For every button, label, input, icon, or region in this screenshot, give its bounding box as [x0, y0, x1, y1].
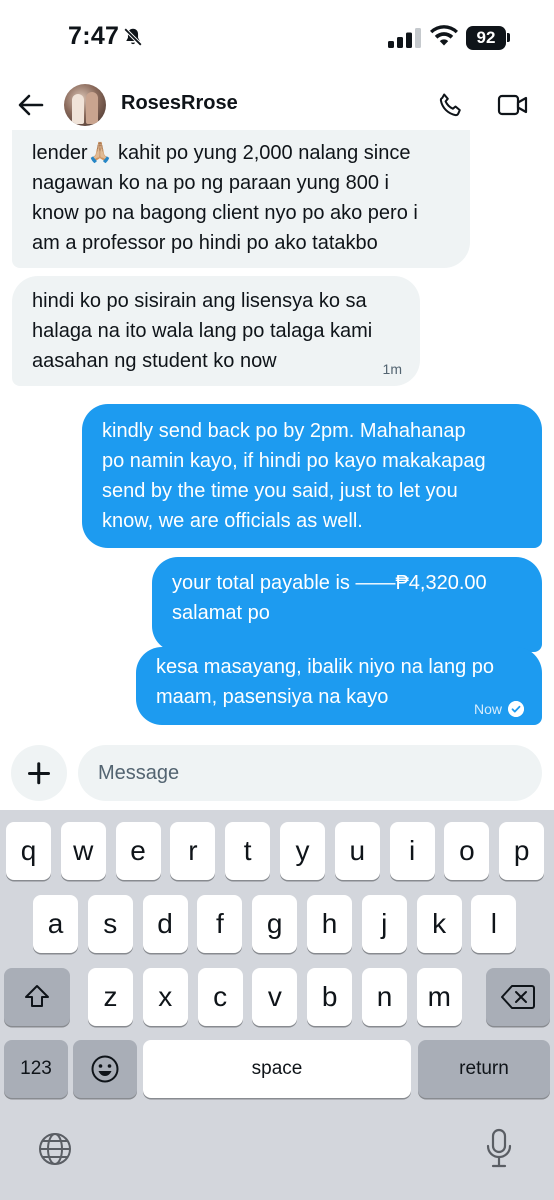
- message-status: Now: [474, 701, 524, 717]
- conversation-header: RosesRrose: [0, 70, 554, 136]
- add-attachment-button[interactable]: [11, 745, 67, 801]
- key-q[interactable]: q: [6, 822, 51, 880]
- message-timestamp: 1m: [382, 361, 402, 377]
- key-v[interactable]: v: [252, 968, 298, 1026]
- key-b[interactable]: b: [307, 968, 353, 1026]
- key-p[interactable]: p: [499, 822, 545, 880]
- return-key[interactable]: return: [418, 1040, 550, 1098]
- contact-name[interactable]: RosesRrose: [121, 92, 238, 115]
- key-t[interactable]: t: [225, 822, 271, 880]
- message-text: your total payable is ——₱4,320.00 salama…: [172, 572, 487, 624]
- key-n[interactable]: n: [362, 968, 407, 1026]
- status-time: 7:47: [68, 22, 120, 50]
- bell-muted-icon: [123, 27, 143, 47]
- back-arrow-icon[interactable]: [16, 90, 46, 120]
- key-u[interactable]: u: [334, 822, 380, 880]
- key-z[interactable]: z: [88, 968, 133, 1026]
- delete-key[interactable]: [486, 968, 550, 1026]
- key-y[interactable]: y: [280, 822, 325, 880]
- key-m[interactable]: m: [416, 968, 462, 1026]
- key-f[interactable]: f: [197, 895, 243, 953]
- message-text: kindly send back po by 2pm. Mahahanap po…: [102, 420, 486, 532]
- key-a[interactable]: a: [33, 895, 78, 953]
- battery-nub: [507, 33, 510, 42]
- backspace-icon: [501, 985, 535, 1009]
- key-s[interactable]: s: [87, 895, 133, 953]
- cellular-signal-icon: [388, 28, 421, 48]
- avatar[interactable]: [64, 84, 106, 126]
- phone-call-icon[interactable]: [438, 92, 464, 118]
- message-text: hindi ko po sisirain ang lisensya ko sa …: [32, 290, 373, 372]
- shift-key[interactable]: [4, 968, 70, 1026]
- message-input[interactable]: [78, 745, 542, 801]
- key-d[interactable]: d: [142, 895, 188, 953]
- key-o[interactable]: o: [444, 822, 490, 880]
- avatar-figure: [72, 94, 84, 124]
- emoji-icon: [91, 1055, 119, 1083]
- video-call-icon[interactable]: [497, 92, 529, 118]
- key-g[interactable]: g: [252, 895, 298, 953]
- sent-check-icon: [508, 701, 524, 717]
- avatar-figure: [86, 92, 98, 124]
- message-composer: [0, 738, 554, 810]
- shift-icon: [25, 985, 49, 1007]
- message-timestamp: Now: [473, 701, 502, 717]
- emoji-key[interactable]: [73, 1040, 137, 1098]
- message-bubble-incoming[interactable]: hindi ko po sisirain ang lisensya ko sa …: [12, 276, 420, 386]
- key-h[interactable]: h: [307, 895, 352, 953]
- key-e[interactable]: e: [115, 822, 161, 880]
- message-bubble-outgoing[interactable]: kindly send back po by 2pm. Mahahanap po…: [82, 404, 542, 548]
- key-l[interactable]: l: [471, 895, 517, 953]
- message-text: kesa masayang, ibalik niyo na lang po ma…: [156, 656, 494, 708]
- key-w[interactable]: w: [60, 822, 106, 880]
- onscreen-keyboard: qwertyuiop asdfghjkl zxcvbnm 123 space r…: [0, 810, 554, 1200]
- key-r[interactable]: r: [170, 822, 216, 880]
- space-key[interactable]: space: [143, 1040, 411, 1098]
- key-c[interactable]: c: [197, 968, 243, 1026]
- wifi-icon: [430, 25, 458, 46]
- key-x[interactable]: x: [142, 968, 188, 1026]
- message-text: lender🙏🏼 kahit po yung 2,000 nalang sinc…: [32, 142, 418, 254]
- globe-icon[interactable]: [36, 1130, 74, 1168]
- status-bar: 7:47 92: [0, 0, 554, 70]
- key-i[interactable]: i: [389, 822, 435, 880]
- message-bubble-outgoing[interactable]: your total payable is ——₱4,320.00 salama…: [152, 557, 542, 652]
- key-j[interactable]: j: [361, 895, 407, 953]
- numbers-key[interactable]: 123: [4, 1040, 68, 1098]
- key-k[interactable]: k: [416, 895, 462, 953]
- message-bubble-incoming[interactable]: lender🙏🏼 kahit po yung 2,000 nalang sinc…: [12, 130, 470, 268]
- message-list[interactable]: lender🙏🏼 kahit po yung 2,000 nalang sinc…: [0, 130, 554, 738]
- message-bubble-outgoing[interactable]: kesa masayang, ibalik niyo na lang po ma…: [136, 647, 542, 725]
- microphone-icon[interactable]: [485, 1128, 513, 1170]
- battery-indicator: 92: [466, 26, 506, 50]
